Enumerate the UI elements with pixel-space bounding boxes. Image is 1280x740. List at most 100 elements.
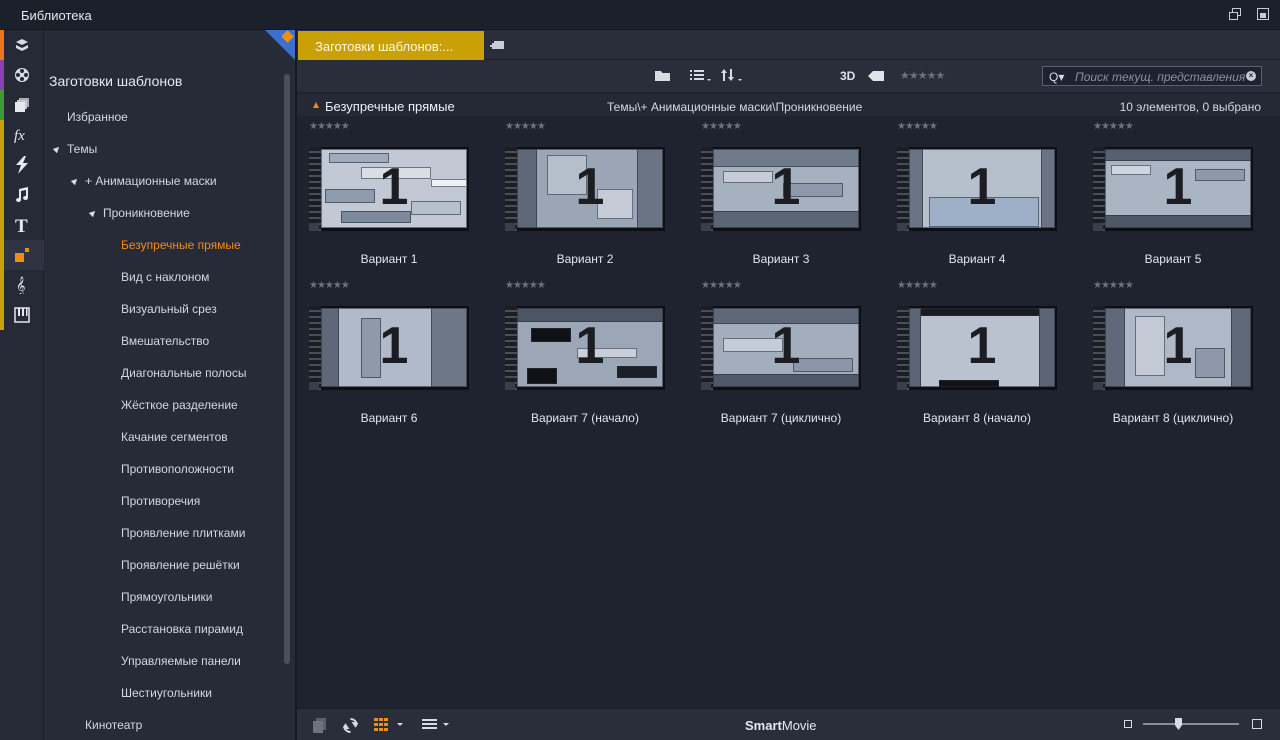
rail-title-text-button[interactable]: T	[0, 210, 44, 240]
undock-window-icon[interactable]	[1257, 8, 1269, 20]
item-rating[interactable]: ★★★★★	[701, 280, 742, 291]
section-path: Темы\+ Анимационные маски\Проникновение	[607, 100, 863, 114]
tree-item[interactable]: Проникновение	[103, 206, 190, 224]
zoom-slider[interactable]	[1143, 723, 1239, 725]
expand-triangle-icon[interactable]	[52, 144, 62, 154]
transitions-icon	[15, 156, 29, 174]
copy-icon[interactable]	[313, 718, 327, 736]
view-list-icon[interactable]	[690, 69, 712, 85]
filmstrip-edge	[701, 147, 713, 231]
template-item[interactable]: ★★★★★ 1 Вариант 8 (циклично)	[1081, 280, 1253, 430]
expand-triangle-icon[interactable]	[70, 176, 80, 186]
zoom-out-icon[interactable]	[1124, 720, 1132, 728]
tree-item[interactable]: Темы	[67, 142, 97, 160]
rail-video-reel-button[interactable]	[0, 60, 44, 90]
template-thumbnail[interactable]: 1	[505, 147, 665, 231]
tree-item[interactable]: Избранное	[67, 110, 128, 128]
template-item[interactable]: ★★★★★ 1 Вариант 1	[297, 121, 469, 271]
template-thumbnail[interactable]: 1	[897, 147, 1057, 231]
filmstrip-edge	[897, 147, 909, 231]
tree-item[interactable]: Управляемые панели	[121, 654, 241, 672]
add-tab-icon[interactable]	[490, 40, 504, 55]
zoom-in-icon[interactable]	[1252, 719, 1262, 729]
item-rating[interactable]: ★★★★★	[309, 121, 350, 132]
item-rating[interactable]: ★★★★★	[505, 121, 546, 132]
template-item[interactable]: ★★★★★ 1 Вариант 5	[1081, 121, 1253, 271]
folder-icon[interactable]	[655, 69, 671, 85]
thumbnail-frame: 1	[713, 149, 859, 228]
rail-templates-button[interactable]	[0, 240, 44, 270]
template-thumbnail[interactable]: 1	[701, 306, 861, 390]
tree-item[interactable]: Расстановка пирамид	[121, 622, 243, 640]
3d-filter-button[interactable]: 3D	[840, 69, 855, 83]
template-item[interactable]: ★★★★★ 1 Вариант 2	[493, 121, 665, 271]
item-rating[interactable]: ★★★★★	[505, 280, 546, 291]
tag-icon[interactable]	[868, 70, 884, 84]
grid-view-icon[interactable]	[374, 718, 404, 734]
expand-triangle-icon[interactable]	[88, 208, 98, 218]
tree-item[interactable]: Вид с наклоном	[121, 270, 209, 288]
template-thumbnail[interactable]: 1	[1093, 306, 1253, 390]
tree-item[interactable]: Качание сегментов	[121, 430, 228, 448]
tree-scrollbar[interactable]	[284, 74, 290, 664]
item-rating[interactable]: ★★★★★	[309, 280, 350, 291]
template-item[interactable]: ★★★★★ 1 Вариант 4	[885, 121, 1057, 271]
restore-window-icon[interactable]	[1229, 8, 1241, 20]
clip-tag-icon	[309, 382, 319, 390]
tree-item-label: Проявление плитками	[121, 526, 246, 540]
collapse-section-icon[interactable]	[313, 102, 319, 108]
template-thumbnail[interactable]: 1	[701, 147, 861, 231]
tree-item[interactable]: Противоречия	[121, 494, 200, 512]
item-rating[interactable]: ★★★★★	[897, 121, 938, 132]
item-rating[interactable]: ★★★★★	[701, 121, 742, 132]
item-label: Вариант 1	[360, 252, 418, 266]
template-thumbnail[interactable]: 1	[897, 306, 1057, 390]
rail-projects-button[interactable]	[0, 30, 44, 60]
template-item[interactable]: ★★★★★ 1 Вариант 7 (начало)	[493, 280, 665, 430]
tree-item[interactable]: Шестиугольники	[121, 686, 212, 704]
tree-item[interactable]: Прямоугольники	[121, 590, 213, 608]
template-item[interactable]: ★★★★★ 1 Вариант 3	[689, 121, 861, 271]
tree-item[interactable]: Жёсткое разделение	[121, 398, 238, 416]
rail-transitions-button[interactable]	[0, 150, 44, 180]
svg-text:fx: fx	[14, 128, 25, 143]
tree-item[interactable]: Диагональные полосы	[121, 366, 246, 384]
tree-item[interactable]: Вмешательство	[121, 334, 209, 352]
template-item[interactable]: ★★★★★ 1 Вариант 8 (начало)	[885, 280, 1057, 430]
rail-photos-button[interactable]	[0, 90, 44, 120]
list-menu-icon[interactable]	[422, 718, 452, 734]
refresh-icon[interactable]	[342, 718, 359, 736]
item-rating[interactable]: ★★★★★	[1093, 121, 1134, 132]
rail-music-note-button[interactable]	[0, 180, 44, 210]
tree-item[interactable]: Проявление решётки	[121, 558, 240, 576]
template-item[interactable]: ★★★★★ 1 Вариант 6	[297, 280, 469, 430]
rail-piano-button[interactable]	[0, 300, 44, 330]
search-icon[interactable]: Q▾	[1049, 70, 1064, 84]
template-thumbnail[interactable]: 1	[309, 147, 469, 231]
tree-item[interactable]: + Анимационные маски	[85, 174, 217, 192]
tree-item[interactable]: Проявление плитками	[121, 526, 245, 544]
template-thumbnail[interactable]: 1	[1093, 147, 1253, 231]
tree-item[interactable]: Безупречные прямые	[121, 238, 241, 256]
search-input[interactable]: Q▾ Поиск текущ. представления ×	[1042, 66, 1262, 86]
tree-item-label: Темы	[67, 142, 98, 156]
rating-filter[interactable]: ★★★★★	[900, 69, 945, 82]
sort-icon[interactable]	[721, 69, 743, 85]
treble-clef-icon: 𝄞	[15, 276, 29, 294]
rail-effects-fx-button[interactable]: fx	[0, 120, 44, 150]
zoom-slider-thumb[interactable]	[1175, 718, 1182, 730]
clear-search-icon[interactable]: ×	[1246, 71, 1256, 81]
template-thumbnail[interactable]: 1	[309, 306, 469, 390]
tree-item-label: Жёсткое разделение	[121, 398, 238, 412]
tree-item[interactable]: Противоположности	[121, 462, 234, 480]
template-thumbnail[interactable]: 1	[505, 306, 665, 390]
tree-item[interactable]: Визуальный срез	[121, 302, 217, 320]
item-rating[interactable]: ★★★★★	[1093, 280, 1134, 291]
template-item[interactable]: ★★★★★ 1 Вариант 7 (циклично)	[689, 280, 861, 430]
search-placeholder: Поиск текущ. представления	[1075, 70, 1246, 84]
tree-item[interactable]: Кинотеатр	[85, 718, 142, 736]
item-rating[interactable]: ★★★★★	[897, 280, 938, 291]
smartmovie-button[interactable]: SmartMovie	[745, 718, 817, 733]
tab-template-presets[interactable]: Заготовки шаблонов:...	[298, 31, 484, 60]
rail-treble-clef-button[interactable]: 𝄞	[0, 270, 44, 300]
